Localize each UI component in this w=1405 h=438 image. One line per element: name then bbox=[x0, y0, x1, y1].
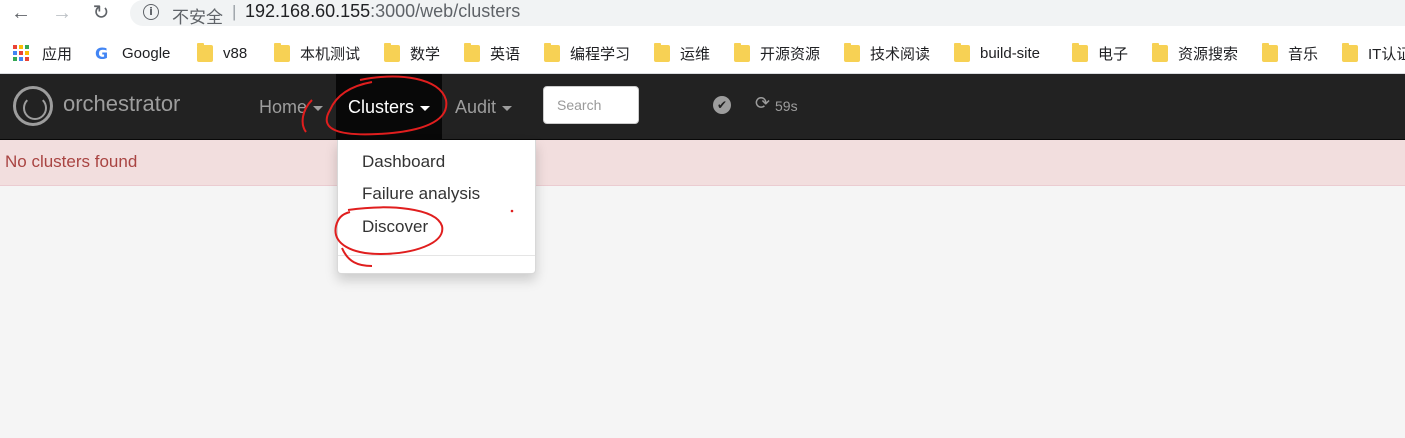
bookmark-folder[interactable]: 音乐 bbox=[1262, 42, 1318, 64]
bookmark-label: 编程学习 bbox=[570, 45, 631, 63]
bookmark-folder[interactable]: 本机测试 bbox=[274, 42, 360, 64]
bookmark-google[interactable]: G Google bbox=[95, 42, 170, 64]
bookmark-label: v88 bbox=[223, 44, 248, 62]
folder-icon bbox=[197, 42, 213, 62]
bookmark-label: 应用 bbox=[42, 45, 73, 63]
caret-down-icon bbox=[502, 105, 513, 111]
caret-down-icon bbox=[420, 105, 431, 111]
address-bar[interactable]: i 不安全 | 192.168.60.155:3000/web/clusters bbox=[130, 0, 1405, 28]
bookmark-label: Google bbox=[122, 44, 171, 62]
reload-icon[interactable]: ↻ bbox=[89, 2, 113, 24]
bookmark-folder[interactable]: v88 bbox=[197, 42, 247, 64]
folder-icon bbox=[654, 42, 670, 62]
folder-icon bbox=[1152, 42, 1168, 62]
bookmark-folder[interactable]: 编程学习 bbox=[544, 42, 630, 64]
forward-icon[interactable]: → bbox=[50, 2, 74, 24]
bookmark-label: 技术阅读 bbox=[870, 45, 931, 63]
nav-home-label: Home bbox=[259, 97, 308, 117]
nav-home-menu[interactable]: Home bbox=[247, 74, 335, 140]
browser-toolbar: ← → ↻ i 不安全 | 192.168.60.155:3000/web/cl… bbox=[0, 0, 1405, 30]
apps-grid-icon bbox=[13, 44, 30, 62]
url-host: 192.168.60.155 bbox=[245, 1, 371, 21]
bookmark-folder[interactable]: 电子 bbox=[1072, 42, 1128, 64]
menu-item-dashboard[interactable]: Dashboard bbox=[338, 146, 535, 178]
folder-icon bbox=[1262, 42, 1278, 62]
bookmark-folder[interactable]: 开源资源 bbox=[734, 42, 820, 64]
menu-item-discover[interactable]: Discover bbox=[338, 211, 535, 243]
bookmark-label: 音乐 bbox=[1288, 45, 1319, 63]
folder-icon bbox=[734, 42, 750, 62]
alert-message: No clusters found bbox=[5, 152, 138, 171]
bookmark-folder[interactable]: 资源搜索 bbox=[1152, 42, 1238, 64]
menu-item-failure-analysis[interactable]: Failure analysis bbox=[338, 178, 535, 210]
orchestrator-logo-icon[interactable] bbox=[13, 86, 53, 126]
bookmark-label: build-site bbox=[980, 44, 1041, 62]
bookmark-label: IT认证 bbox=[1368, 45, 1405, 63]
bookmark-label: 资源搜索 bbox=[1178, 45, 1239, 63]
folder-icon bbox=[954, 42, 970, 62]
folder-icon bbox=[274, 42, 290, 62]
bookmark-label: 本机测试 bbox=[300, 45, 361, 63]
menu-divider bbox=[338, 255, 535, 256]
app-navbar: orchestrator Home Clusters Audit ✔ ⟳ 59s bbox=[0, 74, 1405, 140]
google-logo-icon: G bbox=[95, 43, 109, 63]
nav-audit-menu[interactable]: Audit bbox=[443, 74, 524, 140]
refresh-countdown[interactable]: 59s bbox=[775, 98, 798, 114]
caret-down-icon bbox=[313, 105, 324, 111]
nav-audit-label: Audit bbox=[455, 97, 497, 117]
bookmark-label: 运维 bbox=[680, 45, 711, 63]
bookmark-folder[interactable]: IT认证 bbox=[1342, 42, 1405, 64]
back-icon[interactable]: ← bbox=[9, 2, 33, 24]
bookmark-label: 电子 bbox=[1098, 45, 1129, 63]
bookmark-label: 开源资源 bbox=[760, 45, 821, 63]
refresh-icon[interactable]: ⟳ bbox=[755, 94, 770, 114]
bookmark-folder[interactable]: 英语 bbox=[464, 42, 520, 64]
folder-icon bbox=[384, 42, 400, 62]
clusters-dropdown-menu: Dashboard Failure analysis Discover bbox=[337, 140, 536, 274]
bookmark-folder[interactable]: 数学 bbox=[384, 42, 440, 64]
url-path: :3000/web/clusters bbox=[370, 1, 521, 21]
brand-title[interactable]: orchestrator bbox=[63, 91, 180, 117]
bookmarks-bar: 应用 G Google v88 本机测试 数学 英语 编程学习 运维 开源资源 … bbox=[0, 30, 1405, 74]
alert-banner: No clusters found bbox=[0, 140, 1405, 186]
bookmark-folder[interactable]: build-site bbox=[954, 42, 1040, 64]
nav-clusters-label: Clusters bbox=[348, 97, 415, 117]
folder-icon bbox=[844, 42, 860, 62]
folder-icon bbox=[544, 42, 560, 62]
folder-icon bbox=[1342, 42, 1358, 62]
url-separator: | bbox=[232, 2, 237, 21]
search-input[interactable] bbox=[543, 86, 639, 124]
bookmark-label: 英语 bbox=[490, 45, 521, 63]
folder-icon bbox=[1072, 42, 1088, 62]
folder-icon bbox=[464, 42, 480, 62]
nav-clusters-menu[interactable]: Clusters bbox=[336, 74, 442, 140]
security-label[interactable]: 不安全 bbox=[172, 3, 223, 28]
check-circle-icon: ✔ bbox=[713, 96, 731, 114]
bookmark-folder[interactable]: 技术阅读 bbox=[844, 42, 930, 64]
bookmark-label: 数学 bbox=[410, 45, 441, 63]
bookmark-apps[interactable]: 应用 bbox=[13, 42, 72, 64]
bookmark-folder[interactable]: 运维 bbox=[654, 42, 710, 64]
info-icon[interactable]: i bbox=[143, 4, 159, 20]
url-text[interactable]: 192.168.60.155:3000/web/clusters bbox=[245, 1, 520, 22]
